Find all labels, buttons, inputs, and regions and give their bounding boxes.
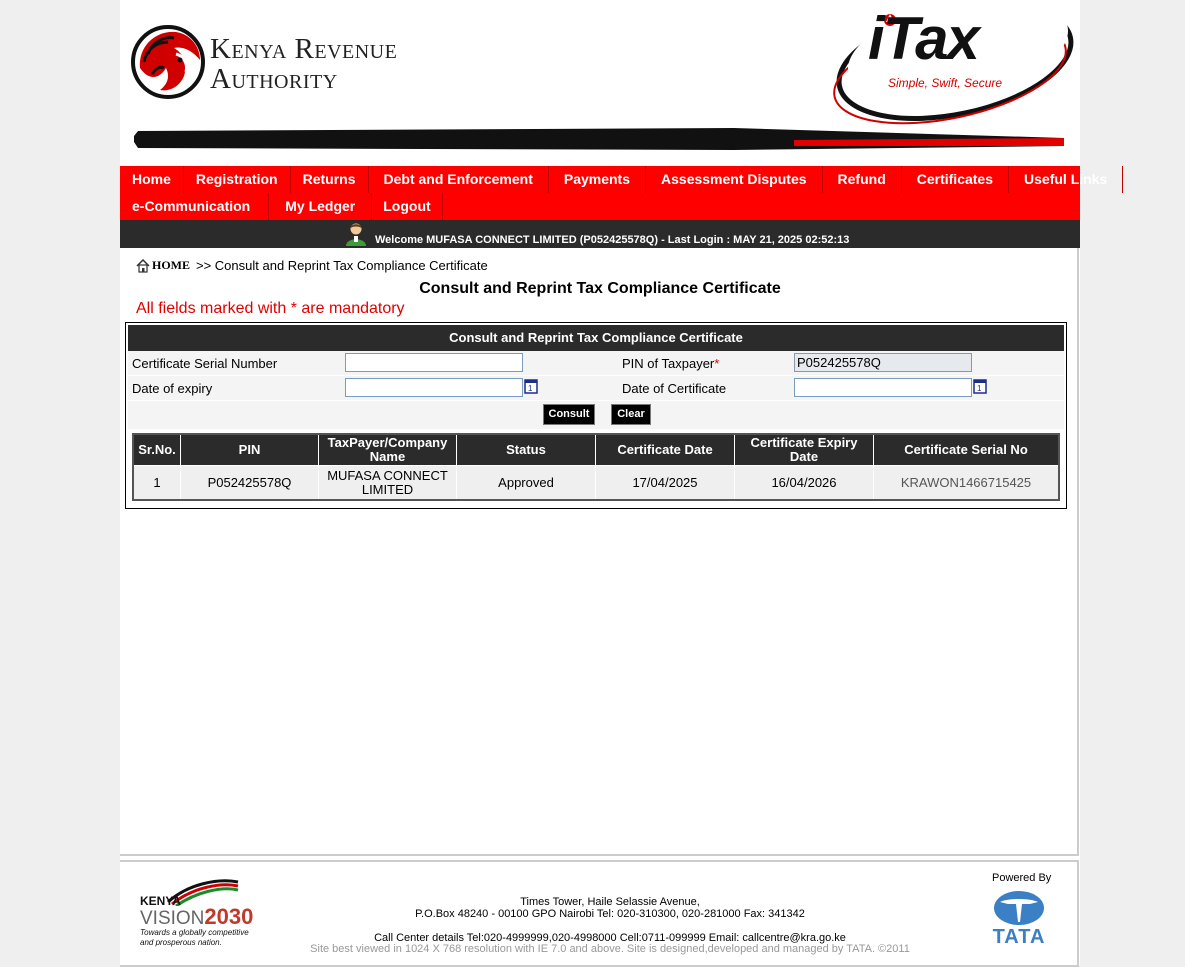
tata-wordmark: TATA <box>992 926 1046 948</box>
kra-lion-logo <box>131 25 205 99</box>
pin-label-text: PIN of Taxpayer <box>622 356 715 371</box>
breadcrumb-current: >> Consult and Reprint Tax Compliance Ce… <box>196 258 488 273</box>
expiry-label: Date of expiry <box>132 381 213 396</box>
kra-wordmark: Kenya Revenue Authority <box>210 34 397 94</box>
user-icon <box>346 223 366 246</box>
col-name: TaxPayer/Company Name <box>318 433 457 466</box>
itax-logo: iTax Simple, Swift, Secure <box>830 0 1080 125</box>
mandatory-note: All fields marked with * are mandatory <box>136 300 405 317</box>
nav-item-logout[interactable]: Logout <box>372 193 443 220</box>
table-row: 1 P052425578Q MUFASA CONNECT LIMITED App… <box>132 465 1060 501</box>
results-table: Sr.No. PIN TaxPayer/Company Name Status … <box>132 433 1060 501</box>
footer-address-2: P.O.Box 48240 - 00100 GPO Nairobi Tel: 0… <box>415 908 805 920</box>
nav-row-1: Home Registration Returns Debt and Enfor… <box>120 166 1124 193</box>
nav-item-refund[interactable]: Refund <box>823 166 902 193</box>
col-pin: PIN <box>180 433 319 466</box>
form-row-2: Date of expiry 1 Date of Certificate 1 <box>128 376 1064 401</box>
col-sr-no: Sr.No. <box>132 433 181 466</box>
expiry-date-input[interactable] <box>345 378 523 397</box>
clear-button[interactable]: Clear <box>611 404 651 425</box>
form-row-1: Certificate Serial Number PIN of Taxpaye… <box>128 351 1064 376</box>
cell-cert-date: 17/04/2025 <box>595 465 735 501</box>
cell-name: MUFASA CONNECT LIMITED <box>318 465 457 501</box>
itax-tagline: Simple, Swift, Secure <box>888 76 1003 90</box>
vision-word: VISION <box>140 908 205 929</box>
col-expiry-date: Certificate Expiry Date <box>734 433 874 466</box>
nav-item-returns[interactable]: Returns <box>291 166 369 193</box>
header-swoosh <box>134 128 1064 150</box>
col-cert-date: Certificate Date <box>595 433 735 466</box>
vision-tagline-2: and prosperous nation. <box>140 938 222 947</box>
consult-panel: Consult and Reprint Tax Compliance Certi… <box>125 322 1067 509</box>
required-marker: * <box>714 356 720 371</box>
home-icon[interactable] <box>136 258 150 273</box>
site-header: Kenya Revenue Authority iTax Simple, Swi… <box>120 0 1080 166</box>
main-nav: Home Registration Returns Debt and Enfor… <box>120 166 1124 220</box>
button-row: Consult Clear <box>128 401 1064 429</box>
cert-date-label: Date of Certificate <box>622 381 727 396</box>
nav-item-certificates[interactable]: Certificates <box>902 166 1010 193</box>
nav-item-my-ledger[interactable]: My Ledger <box>269 193 373 220</box>
certificate-serial-input[interactable] <box>345 353 523 372</box>
page-title: Consult and Reprint Tax Compliance Certi… <box>419 280 781 297</box>
nav-item-registration[interactable]: Registration <box>184 166 291 193</box>
results-header-row: Sr.No. PIN TaxPayer/Company Name Status … <box>132 433 1060 466</box>
cell-status: Approved <box>456 465 596 501</box>
breadcrumb-home-link[interactable]: HOME <box>152 258 190 273</box>
footer-address-1: Times Tower, Haile Selassie Avenue, <box>520 896 700 908</box>
calendar-icon[interactable]: 1 <box>524 378 538 394</box>
nav-row-2: e-Communication My Ledger Logout <box>120 193 443 220</box>
site-footer: KENYA VISION2030 Towards a globally comp… <box>120 860 1079 967</box>
cell-sr: 1 <box>132 465 181 501</box>
col-serial-no: Certificate Serial No <box>873 433 1060 466</box>
consult-button[interactable]: Consult <box>543 404 595 425</box>
vision-tagline-1: Towards a globally competitive <box>140 928 249 937</box>
kra-name-line1: Kenya Revenue <box>210 33 398 65</box>
breadcrumb: HOME >> Consult and Reprint Tax Complian… <box>136 258 488 273</box>
calendar-icon[interactable]: 1 <box>973 378 987 394</box>
cell-serial-link[interactable]: KRAWON1466715425 <box>873 465 1060 501</box>
welcome-text: Welcome MUFASA CONNECT LIMITED (P0524255… <box>375 234 850 246</box>
cell-expiry-date: 16/04/2026 <box>734 465 874 501</box>
pin-label: PIN of Taxpayer* <box>622 356 719 371</box>
nav-item-assessment-disputes[interactable]: Assessment Disputes <box>646 166 823 193</box>
kra-name-line2: Authority <box>210 63 338 95</box>
vision-title: VISION2030 <box>140 904 253 930</box>
footer-site-note: Site best viewed in 1024 X 768 resolutio… <box>310 943 910 955</box>
nav-item-useful-links[interactable]: Useful Links <box>1009 166 1124 193</box>
vision-2030-logo: KENYA VISION2030 Towards a globally comp… <box>138 876 268 951</box>
nav-item-debt-enforcement[interactable]: Debt and Enforcement <box>369 166 549 193</box>
nav-item-home[interactable]: Home <box>120 166 184 193</box>
svg-text:1: 1 <box>528 384 533 393</box>
nav-item-payments[interactable]: Payments <box>549 166 647 193</box>
welcome-bar: Welcome MUFASA CONNECT LIMITED (P0524255… <box>120 220 1080 248</box>
pin-input[interactable]: P052425578Q <box>794 353 972 372</box>
col-status: Status <box>456 433 596 466</box>
cert-date-input[interactable] <box>794 378 972 397</box>
panel-title: Consult and Reprint Tax Compliance Certi… <box>128 325 1064 351</box>
page: Kenya Revenue Authority iTax Simple, Swi… <box>120 0 1124 967</box>
svg-text:1: 1 <box>977 384 982 393</box>
powered-by-label: Powered By <box>992 872 1052 884</box>
cell-pin: P052425578Q <box>180 465 319 501</box>
serial-label: Certificate Serial Number <box>132 356 278 371</box>
nav-item-e-communication[interactable]: e-Communication <box>120 193 270 220</box>
vision-year: 2030 <box>204 904 254 929</box>
itax-brand-text: iTax <box>868 5 980 72</box>
tata-logo: TATA <box>986 888 1052 948</box>
